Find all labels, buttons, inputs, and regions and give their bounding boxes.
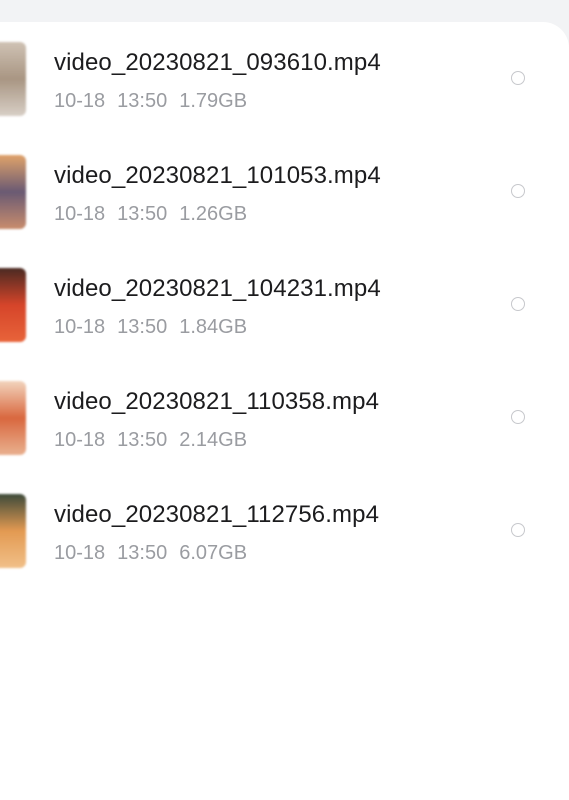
- video-thumbnail: [0, 42, 26, 116]
- file-time: 13:50: [117, 203, 168, 225]
- file-list: video_20230821_093610.mp4 10-18 13:50 1.79…: [0, 22, 569, 587]
- file-name: video_20230821_104231.mp4: [54, 275, 381, 302]
- file-meta: 10-18 13:50 2.14GB: [54, 429, 247, 452]
- file-meta: 10-18 13:50 6.07GB: [54, 542, 247, 565]
- file-date: 10-18: [54, 429, 106, 451]
- file-date: 10-18: [54, 203, 106, 225]
- file-date: 10-18: [54, 90, 106, 112]
- file-size: 1.26GB: [179, 203, 248, 225]
- file-name: video_20230821_110358.mp4: [54, 388, 380, 415]
- file-meta: 10-18 13:50 1.79GB: [54, 90, 247, 113]
- video-thumbnail: [0, 381, 26, 455]
- file-time: 13:50: [117, 316, 168, 338]
- file-meta: 10-18 13:50 1.26GB: [54, 203, 247, 226]
- file-item[interactable]: video_20230821_112756.mp4 10-18 13:50 6.07…: [0, 474, 569, 587]
- file-item[interactable]: video_20230821_101053.mp4 10-18 13:50 1.26…: [0, 135, 569, 248]
- file-item[interactable]: video_20230821_093610.mp4 10-18 13:50 1.79…: [0, 22, 569, 135]
- file-name: video_20230821_093610.mp4: [54, 49, 381, 76]
- select-radio[interactable]: [511, 71, 525, 85]
- select-radio[interactable]: [511, 297, 525, 311]
- video-thumbnail: [0, 268, 26, 342]
- screen: video_20230821_093610.mp4 10-18 13:50 1.79…: [0, 0, 569, 800]
- select-radio[interactable]: [511, 523, 525, 537]
- file-name: video_20230821_112756.mp4: [54, 501, 380, 528]
- file-time: 13:50: [117, 429, 168, 451]
- file-size: 2.14GB: [179, 429, 248, 451]
- file-date: 10-18: [54, 542, 106, 564]
- file-size: 6.07GB: [179, 542, 248, 564]
- video-thumbnail: [0, 494, 26, 568]
- select-radio[interactable]: [511, 184, 525, 198]
- file-item[interactable]: video_20230821_104231.mp4 10-18 13:50 1.84…: [0, 248, 569, 361]
- file-name: video_20230821_101053.mp4: [54, 162, 381, 189]
- select-radio[interactable]: [511, 410, 525, 424]
- file-size: 1.84GB: [179, 316, 248, 338]
- file-time: 13:50: [117, 542, 168, 564]
- file-size: 1.79GB: [179, 90, 248, 112]
- file-meta: 10-18 13:50 1.84GB: [54, 316, 247, 339]
- video-thumbnail: [0, 155, 26, 229]
- file-item[interactable]: video_20230821_110358.mp4 10-18 13:50 2.14…: [0, 361, 569, 474]
- file-time: 13:50: [117, 90, 168, 112]
- file-date: 10-18: [54, 316, 106, 338]
- file-list-card: video_20230821_093610.mp4 10-18 13:50 1.79…: [0, 22, 569, 800]
